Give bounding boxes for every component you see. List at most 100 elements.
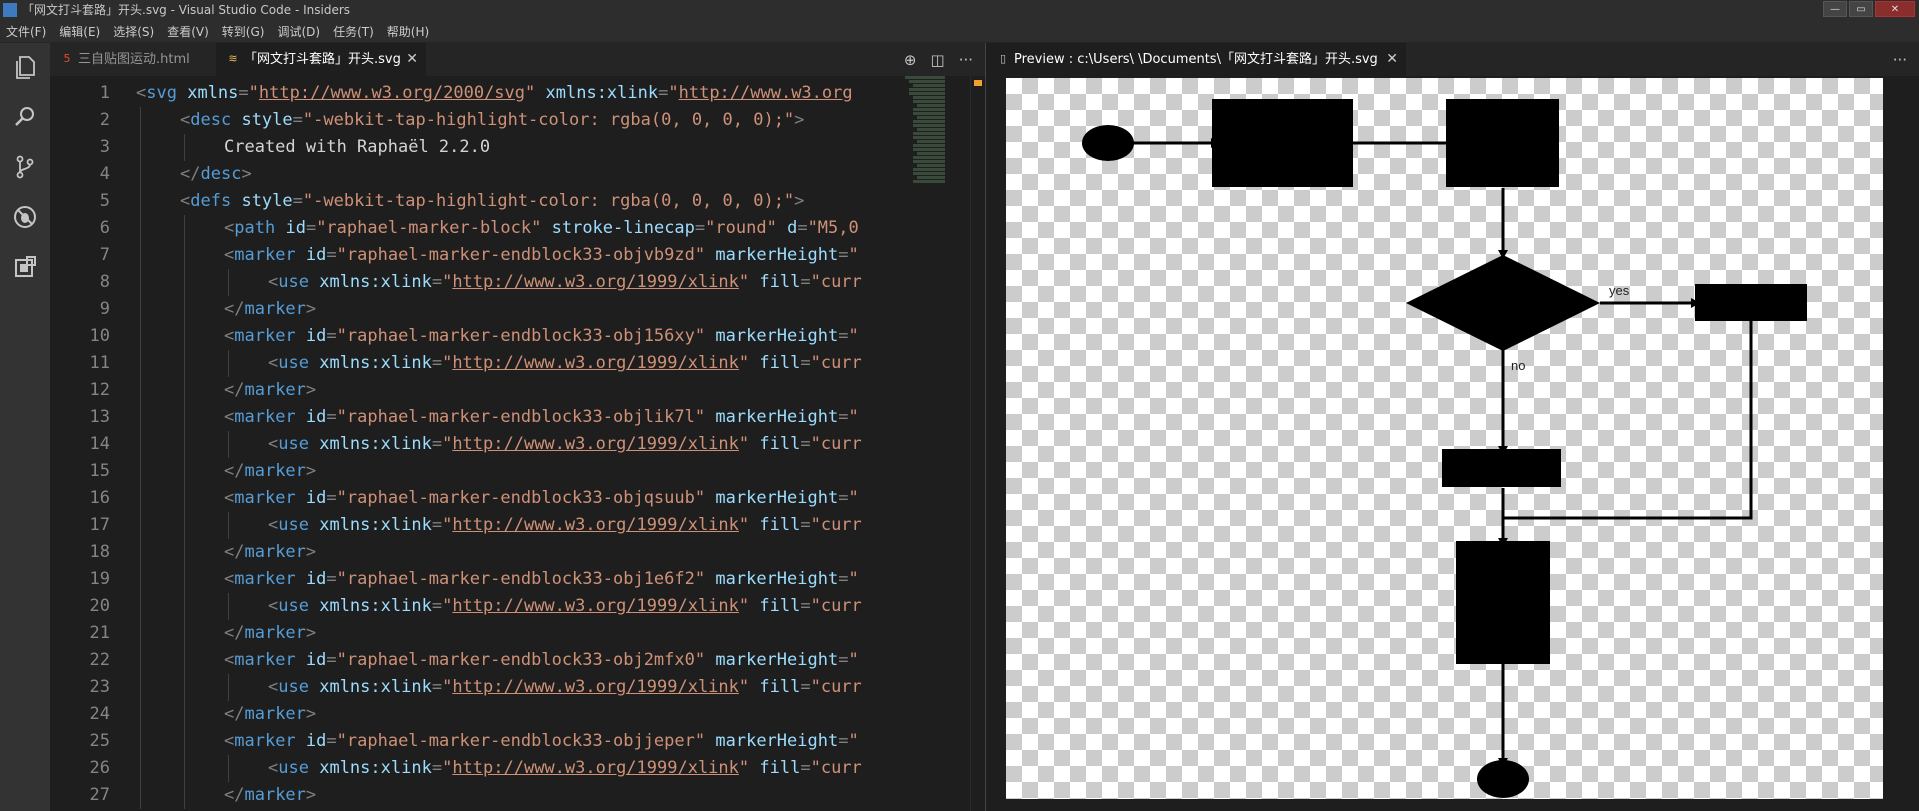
search-icon[interactable] (11, 103, 39, 131)
code-token: id (305, 407, 327, 427)
code-token: fill (759, 677, 801, 697)
line-content: <marker id="raphael-marker-endblock33-ob… (224, 485, 859, 512)
indent-guide (184, 620, 185, 647)
minimap-line (913, 180, 945, 183)
menu-tasks[interactable]: 任务(T) (333, 23, 374, 40)
code-token: > (241, 164, 252, 184)
vertical-scrollbar[interactable] (970, 76, 985, 811)
menu-go[interactable]: 转到(G) (222, 23, 265, 40)
code-token: xmlns:xlink (319, 758, 432, 778)
close-tab-icon[interactable]: ✕ (1386, 43, 1398, 76)
code-token: = (800, 353, 811, 373)
minimap-line (913, 120, 945, 123)
code-token: marker (244, 299, 306, 319)
indent-guide (140, 539, 141, 566)
extensions-icon[interactable] (11, 253, 39, 281)
source-control-icon[interactable] (11, 153, 39, 181)
close-window-button[interactable]: ✕ (1875, 1, 1915, 17)
indent-guide (140, 647, 141, 674)
code-token: "curr (810, 434, 862, 454)
minimap[interactable] (905, 76, 967, 236)
line-content: <marker id="raphael-marker-endblock33-ob… (224, 323, 859, 350)
split-editor-icon[interactable]: ◫ (931, 51, 945, 69)
files-icon[interactable] (11, 53, 39, 81)
open-preview-icon[interactable]: ⊕ (904, 51, 917, 69)
code-token: "M5,0 (807, 218, 859, 238)
line-content: </marker> (224, 539, 316, 566)
code-token: </ (224, 380, 245, 400)
indent-guide (184, 512, 185, 539)
yes-box (1695, 284, 1807, 321)
maximize-button[interactable]: ▭ (1849, 1, 1873, 17)
minimap-line (913, 112, 945, 115)
end-node (1477, 760, 1529, 798)
code-token: < (224, 488, 235, 508)
minimap-line (913, 148, 945, 151)
code-token: " (442, 758, 453, 778)
line-number: 14 (89, 434, 110, 454)
menu-selection[interactable]: 选择(S) (113, 23, 154, 40)
code-token: markerHeight (715, 326, 839, 346)
menu-edit[interactable]: 编辑(E) (59, 23, 100, 40)
code-token: = (838, 407, 849, 427)
menu-file[interactable]: 文件(F) (6, 23, 46, 40)
preview-tab-bar: ▯ Preview : c:\Users\ \Documents\「网文打斗套路… (986, 43, 1919, 76)
code-token: " (848, 326, 859, 346)
indent-guide (140, 350, 141, 377)
code-area[interactable]: 1 <svg xmlns="http://www.w3.org/2000/svg"… (50, 76, 985, 811)
code-token: = (292, 191, 303, 211)
code-token: xmlns (187, 83, 239, 103)
code-token: = (326, 488, 337, 508)
code-token: http://www.w3.org/1999/xlink (452, 272, 739, 292)
tab-html-file[interactable]: 5 三自贴图运动.html (50, 43, 216, 76)
code-token: defs (190, 191, 232, 211)
minimap-line (913, 132, 945, 135)
code-token: id (305, 488, 327, 508)
code-token: < (136, 83, 147, 103)
menu-help[interactable]: 帮助(H) (387, 23, 429, 40)
line-number: 26 (89, 758, 110, 778)
code-token: < (224, 650, 235, 670)
code-token: " (738, 434, 750, 454)
tab-preview[interactable]: ▯ Preview : c:\Users\ \Documents\「网文打斗套路… (986, 43, 1406, 76)
code-token: fill (759, 353, 801, 373)
code-token: </ (224, 704, 245, 724)
code-token: "raphael-marker-endblock33-objlik7l" (336, 407, 706, 427)
minimap-line (913, 124, 945, 127)
minimize-button[interactable]: — (1823, 1, 1847, 17)
code-token: " (442, 677, 453, 697)
code-token: = (431, 434, 443, 454)
code-token: > (794, 110, 805, 130)
code-token: " (248, 83, 259, 103)
tab-svg-file[interactable]: ≋ 「网文打斗套路」开头.svg ✕ (216, 43, 426, 76)
more-actions-icon[interactable]: ··· (959, 51, 973, 69)
menu-debug[interactable]: 调试(D) (277, 23, 320, 40)
more-actions-icon[interactable]: ··· (1893, 51, 1907, 69)
code-token: = (431, 272, 443, 292)
indent-guide (184, 377, 185, 404)
debug-icon[interactable] (11, 203, 39, 231)
tab-label: 三自贴图运动.html (78, 52, 190, 67)
process-box-4 (1456, 541, 1550, 664)
code-token: = (838, 488, 849, 508)
close-tab-icon[interactable]: ✕ (406, 43, 418, 76)
code-token: "curr (810, 758, 862, 778)
minimap-line (913, 108, 945, 111)
minimap-line (913, 96, 945, 99)
indent-guide (228, 350, 229, 377)
line-content: <path id="raphael-marker-block" stroke-l… (224, 215, 859, 242)
menu-view[interactable]: 查看(V) (167, 23, 209, 40)
scroll-thumb[interactable] (974, 80, 982, 86)
code-token: = (658, 83, 669, 103)
indent-guide (184, 539, 185, 566)
